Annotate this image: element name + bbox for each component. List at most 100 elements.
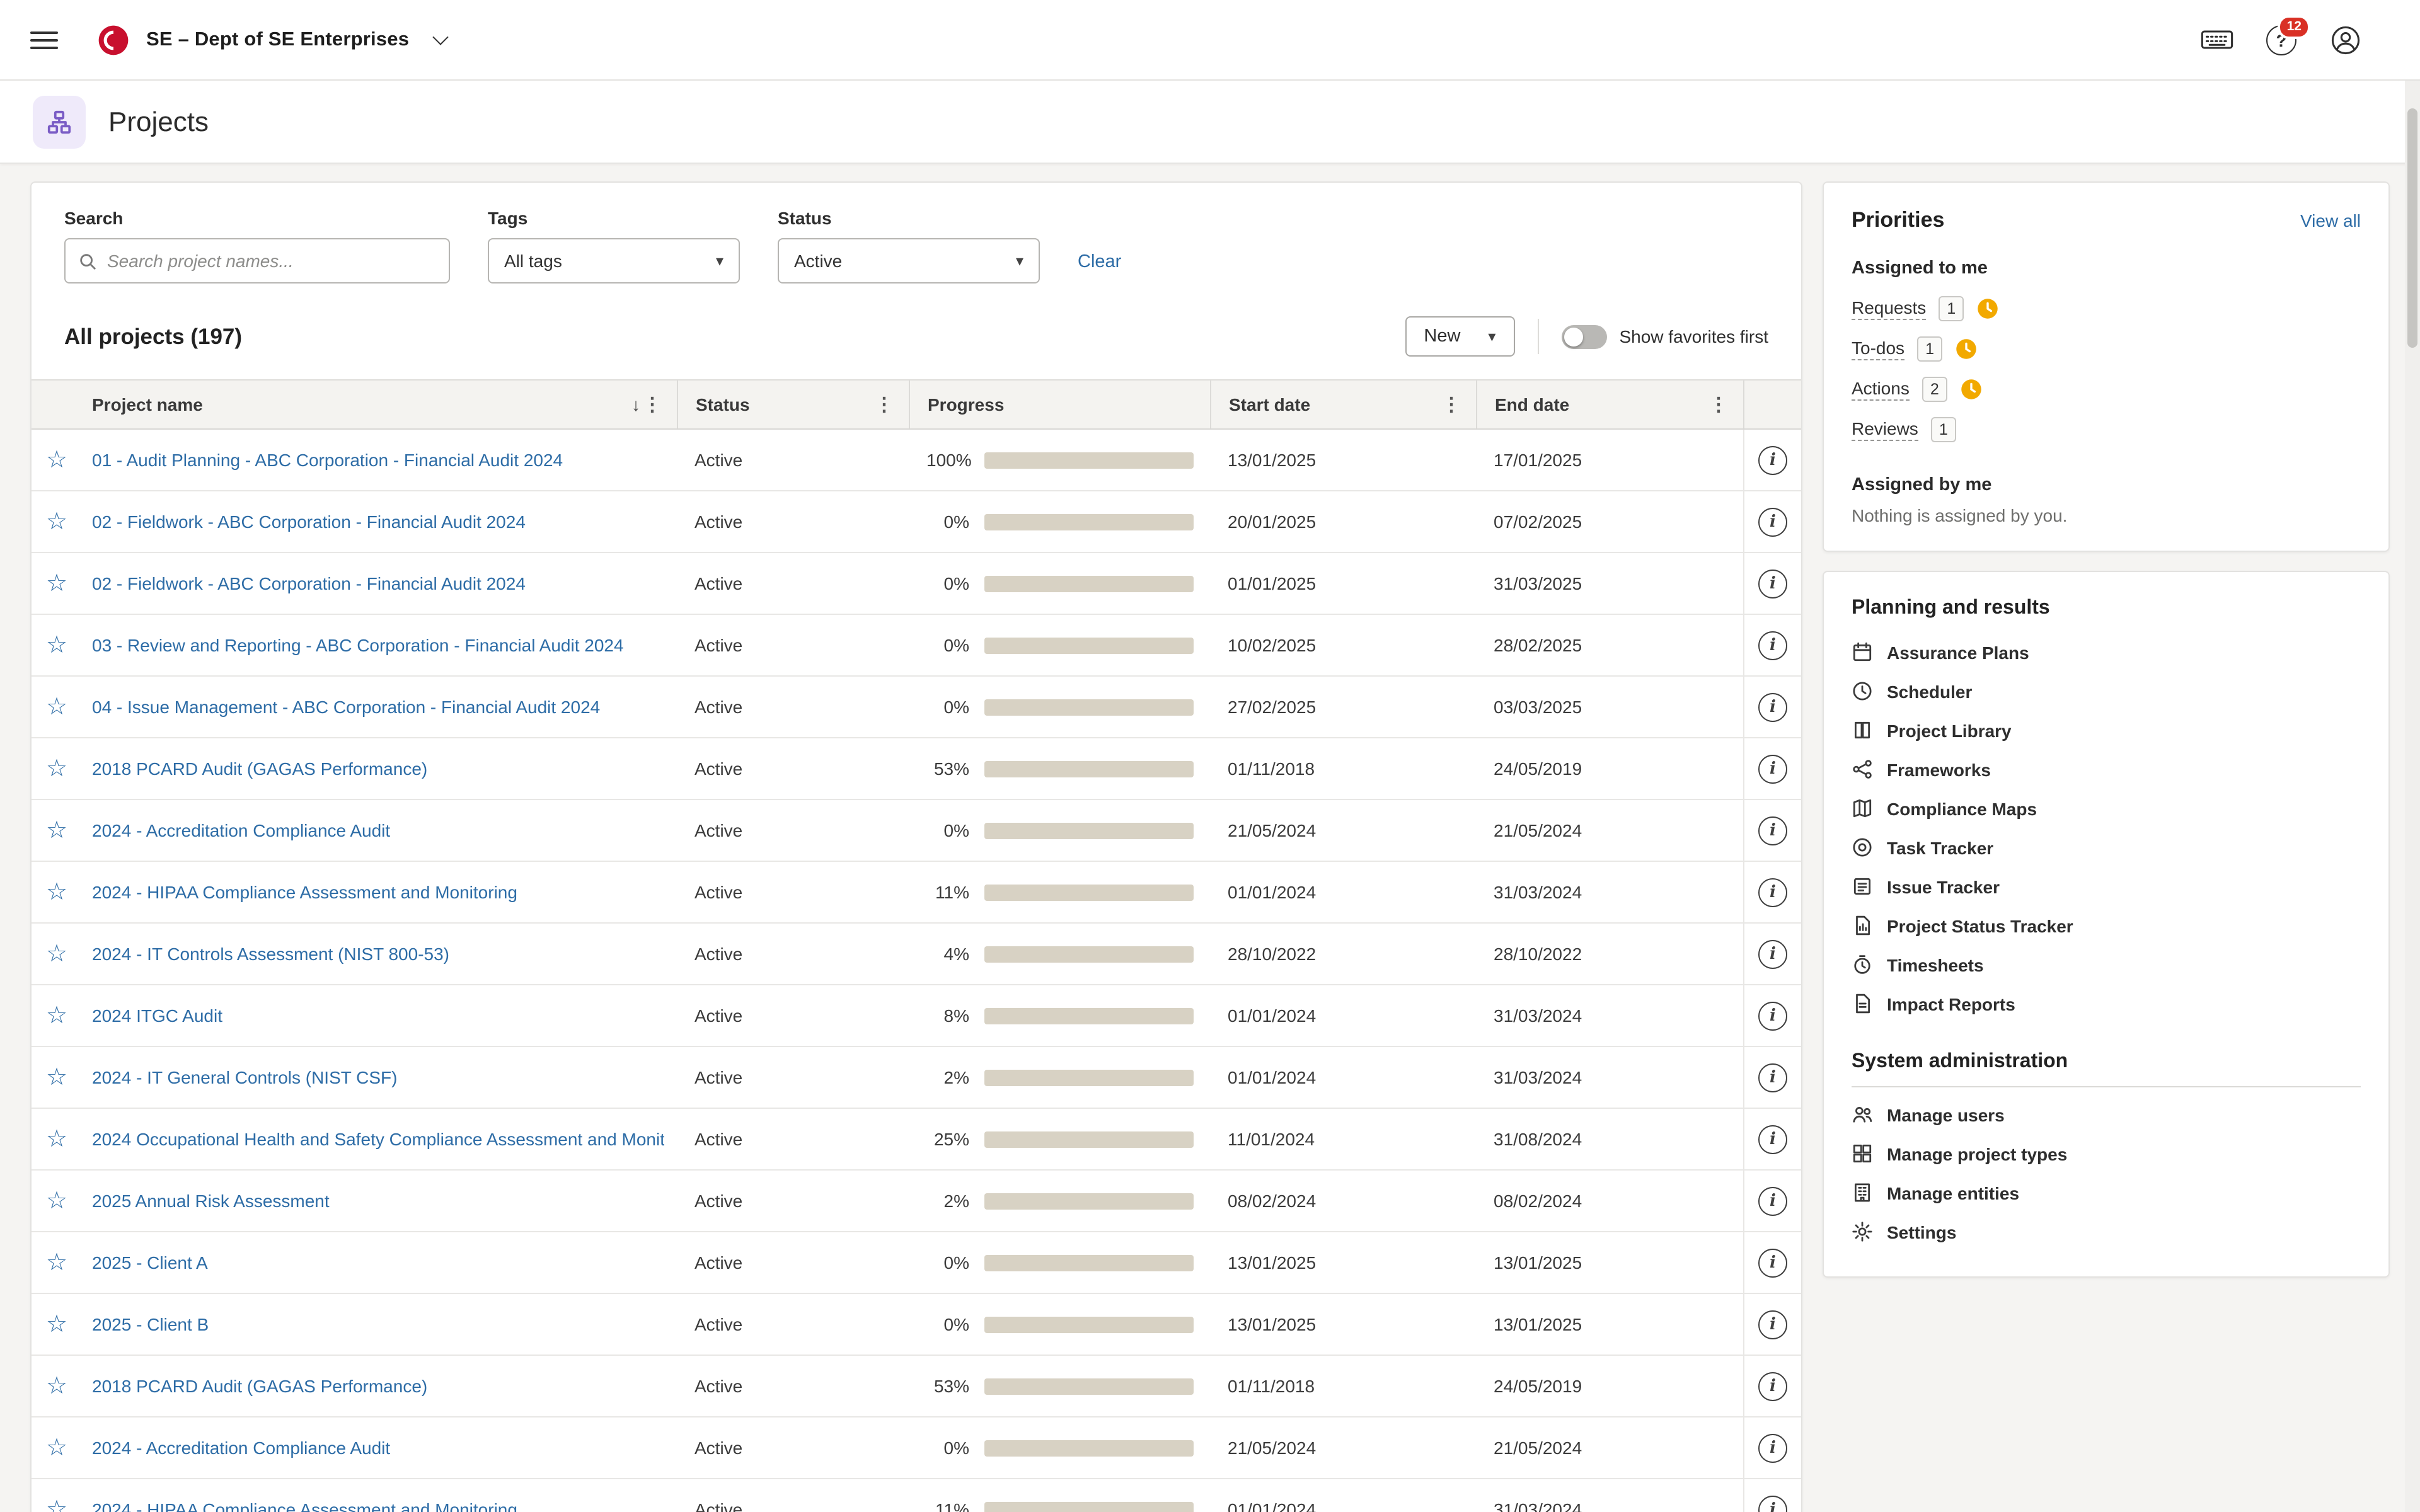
info-icon[interactable]: i	[1758, 754, 1787, 783]
project-link[interactable]: 02 - Fieldwork - ABC Corporation - Finan…	[92, 553, 664, 615]
project-link[interactable]: 2024 - HIPAA Compliance Assessment and M…	[92, 862, 664, 924]
sidebar-item-issue-tracker[interactable]: Issue Tracker	[1852, 867, 2361, 906]
favorite-star-icon[interactable]: ☆	[46, 1127, 67, 1151]
favorite-star-icon[interactable]: ☆	[46, 1374, 67, 1398]
info-icon[interactable]: i	[1758, 878, 1787, 907]
help-icon[interactable]: ? 12	[2266, 14, 2310, 55]
table-row: ☆ 2025 Annual Risk Assessment Active 2% …	[32, 1171, 1801, 1232]
favorite-star-icon[interactable]: ☆	[46, 1004, 67, 1028]
sidebar-item-task-tracker[interactable]: Task Tracker	[1852, 828, 2361, 867]
info-icon[interactable]: i	[1758, 1186, 1787, 1215]
info-icon[interactable]: i	[1758, 1495, 1787, 1512]
start-date-value: 13/01/2025	[1228, 1314, 1317, 1334]
sidebar-item-compliance-maps[interactable]: Compliance Maps	[1852, 789, 2361, 828]
project-link[interactable]: 2025 - Client A	[92, 1232, 664, 1294]
show-favorites-toggle[interactable]	[1561, 324, 1607, 348]
sidebar-item-settings[interactable]: Settings	[1852, 1212, 2361, 1251]
info-icon[interactable]: i	[1758, 692, 1787, 721]
favorite-star-icon[interactable]: ☆	[46, 880, 67, 904]
sort-descending-icon[interactable]: ↓	[631, 394, 640, 415]
priority-link-requests[interactable]: Requests	[1852, 297, 1927, 320]
priority-link-actions[interactable]: Actions	[1852, 378, 1910, 401]
favorite-star-icon[interactable]: ☆	[46, 633, 67, 657]
page-scrollbar[interactable]	[2405, 81, 2420, 1512]
project-link[interactable]: 2025 - Client B	[92, 1294, 664, 1356]
hamburger-menu-icon[interactable]	[30, 31, 58, 49]
logo-icon[interactable]	[96, 22, 131, 57]
favorite-star-icon[interactable]: ☆	[46, 1189, 67, 1213]
project-link[interactable]: 2024 - HIPAA Compliance Assessment and M…	[92, 1479, 664, 1512]
column-menu-icon[interactable]: ⋮	[1707, 393, 1731, 416]
favorite-star-icon[interactable]: ☆	[46, 571, 67, 595]
project-link[interactable]: 2024 - Accreditation Compliance Audit	[92, 800, 664, 862]
project-link[interactable]: 2024 - Accreditation Compliance Audit	[92, 1418, 664, 1479]
org-switcher[interactable]: SE – Dept of SE Enterprises	[96, 22, 448, 57]
favorite-star-icon[interactable]: ☆	[46, 1065, 67, 1089]
clear-filters-button[interactable]: Clear	[1078, 252, 1121, 272]
info-icon[interactable]: i	[1758, 445, 1787, 474]
sidebar-item-manage-users[interactable]: Manage users	[1852, 1095, 2361, 1134]
column-header-end-date[interactable]: End date ⋮	[1476, 381, 1743, 428]
project-link[interactable]: 03 - Review and Reporting - ABC Corporat…	[92, 615, 664, 677]
info-icon[interactable]: i	[1758, 1063, 1787, 1092]
info-icon[interactable]: i	[1758, 1372, 1787, 1400]
favorite-star-icon[interactable]: ☆	[46, 1498, 67, 1512]
keyboard-shortcuts-icon[interactable]	[2201, 28, 2233, 52]
tags-select[interactable]: All tags ▾	[488, 238, 740, 284]
sidebar-item-assurance-plans[interactable]: Assurance Plans	[1852, 633, 2361, 672]
column-header-start-date[interactable]: Start date ⋮	[1210, 381, 1476, 428]
favorite-star-icon[interactable]: ☆	[46, 757, 67, 781]
favorite-star-icon[interactable]: ☆	[46, 818, 67, 842]
favorite-star-icon[interactable]: ☆	[46, 1312, 67, 1336]
info-icon[interactable]: i	[1758, 1001, 1787, 1030]
priority-link-to-dos[interactable]: To-dos	[1852, 338, 1905, 360]
user-avatar-icon[interactable]	[2329, 23, 2362, 56]
column-header-status[interactable]: Status ⋮	[677, 381, 909, 428]
priority-link-reviews[interactable]: Reviews	[1852, 418, 1918, 441]
scrollbar-thumb[interactable]	[2407, 108, 2417, 348]
info-icon[interactable]: i	[1758, 1248, 1787, 1277]
info-icon[interactable]: i	[1758, 507, 1787, 536]
sidebar-item-scheduler[interactable]: Scheduler	[1852, 672, 2361, 711]
project-link[interactable]: 2018 PCARD Audit (GAGAS Performance)	[92, 1356, 664, 1418]
favorite-star-icon[interactable]: ☆	[46, 510, 67, 534]
status-select[interactable]: Active ▾	[778, 238, 1040, 284]
view-all-link[interactable]: View all	[2300, 210, 2361, 231]
project-link[interactable]: 2024 - IT Controls Assessment (NIST 800-…	[92, 924, 664, 985]
sidebar-item-project-library[interactable]: Project Library	[1852, 711, 2361, 750]
project-link[interactable]: 2024 ITGC Audit	[92, 985, 664, 1047]
favorite-star-icon[interactable]: ☆	[46, 448, 67, 472]
favorite-star-icon[interactable]: ☆	[46, 695, 67, 719]
info-icon[interactable]: i	[1758, 939, 1787, 968]
sidebar-item-project-status-tracker[interactable]: Project Status Tracker	[1852, 906, 2361, 945]
column-header-progress[interactable]: Progress	[909, 381, 1210, 428]
info-icon[interactable]: i	[1758, 1125, 1787, 1154]
sidebar-item-impact-reports[interactable]: Impact Reports	[1852, 984, 2361, 1023]
sidebar-item-manage-entities[interactable]: Manage entities	[1852, 1173, 2361, 1212]
project-link[interactable]: 2024 Occupational Health and Safety Comp…	[92, 1109, 664, 1171]
info-icon[interactable]: i	[1758, 1310, 1787, 1339]
favorite-star-icon[interactable]: ☆	[46, 942, 67, 966]
column-menu-icon[interactable]: ⋮	[640, 393, 664, 416]
project-link[interactable]: 2024 - IT General Controls (NIST CSF)	[92, 1047, 664, 1109]
column-menu-icon[interactable]: ⋮	[872, 393, 896, 416]
search-input[interactable]	[107, 251, 436, 271]
project-link[interactable]: 02 - Fieldwork - ABC Corporation - Finan…	[92, 491, 664, 553]
favorite-star-icon[interactable]: ☆	[46, 1436, 67, 1460]
project-link[interactable]: 01 - Audit Planning - ABC Corporation - …	[92, 430, 664, 491]
progress-bar	[984, 1316, 1194, 1332]
info-icon[interactable]: i	[1758, 816, 1787, 845]
sidebar-item-timesheets[interactable]: Timesheets	[1852, 945, 2361, 984]
project-link[interactable]: 2025 Annual Risk Assessment	[92, 1171, 664, 1232]
favorite-star-icon[interactable]: ☆	[46, 1251, 67, 1274]
info-icon[interactable]: i	[1758, 631, 1787, 660]
new-project-button[interactable]: New ▾	[1405, 316, 1515, 357]
info-icon[interactable]: i	[1758, 1433, 1787, 1462]
sidebar-item-frameworks[interactable]: Frameworks	[1852, 750, 2361, 789]
project-link[interactable]: 2018 PCARD Audit (GAGAS Performance)	[92, 738, 664, 800]
project-link[interactable]: 04 - Issue Management - ABC Corporation …	[92, 677, 664, 738]
info-icon[interactable]: i	[1758, 569, 1787, 598]
sidebar-item-manage-project-types[interactable]: Manage project types	[1852, 1134, 2361, 1173]
column-header-project-name[interactable]: Project name ↓ ⋮	[74, 381, 677, 428]
column-menu-icon[interactable]: ⋮	[1439, 393, 1463, 416]
